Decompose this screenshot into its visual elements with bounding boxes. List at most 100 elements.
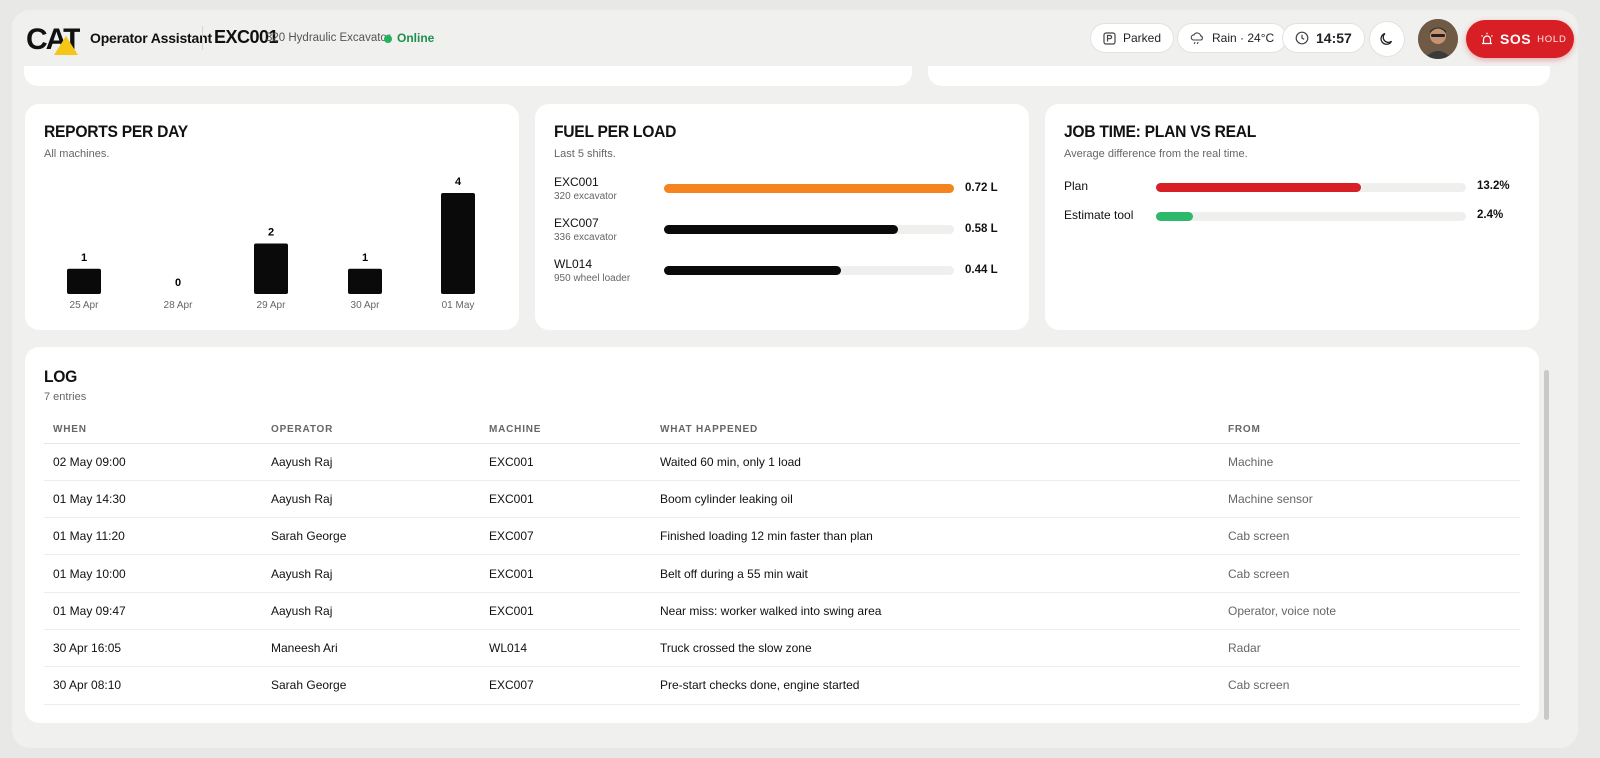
log-when: 01 May 11:20 <box>44 517 262 556</box>
bar[interactable] <box>348 268 382 294</box>
fuel-machine-name: EXC001 <box>554 175 599 189</box>
job-bar-track <box>1156 183 1466 192</box>
log-table: WHEN OPERATOR MACHINE WHAT HAPPENED FROM… <box>44 417 1520 705</box>
fuel-per-load-card: FUEL PER LOAD Last 5 shifts. EXC001 320 … <box>535 104 1029 330</box>
x-tick-label: 25 Apr <box>70 300 100 311</box>
page-scrollbar[interactable] <box>1544 370 1549 720</box>
job-subtitle: Average difference from the real time. <box>1064 148 1248 160</box>
log-from: Machine <box>1219 443 1520 481</box>
column-header-when[interactable]: WHEN <box>44 417 262 444</box>
log-operator: Aayush Raj <box>262 443 480 481</box>
log-from: Cab screen <box>1219 666 1520 705</box>
log-operator: Sarah George <box>262 666 480 705</box>
fuel-machine-type: 320 excavator <box>554 191 617 202</box>
log-from: Cab screen <box>1219 517 1520 556</box>
fuel-row: EXC007 336 excavator 0.58 L <box>554 216 1014 250</box>
log-row[interactable]: 01 May 09:47 Aayush Raj EXC001 Near miss: w… <box>44 592 1520 630</box>
fuel-bar-track <box>664 266 954 275</box>
clock-time: 14:57 <box>1316 30 1352 46</box>
fuel-title: FUEL PER LOAD <box>554 122 677 141</box>
log-what-happened: Truck crossed the slow zone <box>651 629 1219 668</box>
fuel-machine-name: WL014 <box>554 257 593 271</box>
log-operator: Aayush Raj <box>262 480 480 519</box>
column-header-from[interactable]: FROM <box>1219 417 1520 444</box>
log-from: Operator, voice note <box>1219 592 1520 630</box>
column-header-operator[interactable]: OPERATOR <box>262 417 480 444</box>
job-row-value: 2.4% <box>1477 209 1504 221</box>
log-entry-count: 7 entries <box>44 391 87 403</box>
fuel-bar-fill <box>664 225 898 234</box>
log-machine: EXC001 <box>480 592 651 630</box>
log-header-row: WHEN OPERATOR MACHINE WHAT HAPPENED FROM <box>44 417 1520 444</box>
log-card: LOG 7 entries WHEN OPERATOR MACHINE WHAT… <box>25 347 1539 723</box>
fuel-machine-type: 336 excavator <box>554 232 617 243</box>
fuel-bar-fill <box>664 184 954 193</box>
column-header-machine[interactable]: MACHINE <box>480 417 651 444</box>
alarm-siren-icon <box>1481 32 1493 45</box>
log-row[interactable]: 01 May 14:30 Aayush Raj EXC001 Boom cylinde… <box>44 480 1520 519</box>
log-when: 01 May 14:30 <box>44 480 262 519</box>
cat-logo[interactable]: CAT <box>26 22 80 56</box>
fuel-bar-track <box>664 184 954 193</box>
log-what-happened: Finished loading 12 min faster than plan <box>651 517 1219 556</box>
fuel-row: WL014 950 wheel loader 0.44 L <box>554 257 1014 291</box>
log-what-happened: Boom cylinder leaking oil <box>651 480 1219 519</box>
weather-label: Rain · 24°C <box>1212 31 1275 45</box>
log-machine: EXC001 <box>480 554 651 593</box>
bar[interactable] <box>254 243 288 295</box>
fuel-value: 0.72 L <box>965 182 998 194</box>
bar-value-label: 0 <box>175 277 181 289</box>
online-status-label: Online <box>397 31 435 45</box>
hold-label: HOLD <box>1537 33 1567 45</box>
fuel-bar-track <box>664 225 954 234</box>
log-operator: Aayush Raj <box>262 592 480 630</box>
job-title: JOB TIME: PLAN VS REAL <box>1064 122 1257 141</box>
bar[interactable] <box>67 268 101 294</box>
log-when: 30 Apr 16:05 <box>44 629 262 668</box>
sos-button[interactable]: SOS HOLD <box>1466 20 1574 58</box>
log-row[interactable]: 02 May 09:00 Aayush Raj EXC001 Waited 60 mi… <box>44 443 1520 481</box>
user-avatar[interactable] <box>1418 19 1458 59</box>
job-bar-fill <box>1156 212 1194 221</box>
avatar-image <box>1418 19 1458 59</box>
log-when: 01 May 10:00 <box>44 554 262 593</box>
log-operator: Sarah George <box>262 517 480 556</box>
bar-value-label: 1 <box>362 252 368 264</box>
log-row[interactable]: 01 May 10:00 Aayush Raj EXC001 Belt off dur… <box>44 554 1520 593</box>
fuel-value: 0.58 L <box>965 223 998 235</box>
log-machine: EXC001 <box>480 480 651 519</box>
log-machine: EXC001 <box>480 443 651 481</box>
log-row[interactable]: 30 Apr 16:05 Maneesh Ari WL014 Truck crosse… <box>44 629 1520 668</box>
fuel-value: 0.44 L <box>965 264 998 276</box>
log-machine: EXC007 <box>480 517 651 556</box>
clock-pill[interactable]: 14:57 <box>1282 23 1365 53</box>
log-what-happened: Waited 60 min, only 1 load <box>651 443 1219 481</box>
weather-pill[interactable]: Rain · 24°C <box>1177 23 1288 53</box>
log-from: Machine sensor <box>1219 480 1520 519</box>
app-frame: CAT Operator Assistant EXC001 320 Hydrau… <box>12 10 1578 748</box>
online-status-dot <box>384 35 392 43</box>
fuel-subtitle: Last 5 shifts. <box>554 148 616 160</box>
reports-bar-chart: 1 25 Apr 0 28 Apr 2 29 Apr 1 30 Apr 4 01 May <box>67 176 475 311</box>
bar-value-label: 1 <box>81 252 87 264</box>
rain-cloud-icon <box>1190 31 1203 44</box>
x-tick-label: 01 May <box>442 300 475 311</box>
fuel-machine-name: EXC007 <box>554 216 599 230</box>
clock-icon <box>1295 31 1309 45</box>
bar[interactable] <box>441 193 475 294</box>
job-row-plan: Plan 13.2% <box>1064 179 1524 199</box>
theme-toggle-button[interactable] <box>1369 21 1405 57</box>
parking-icon <box>1103 31 1116 45</box>
job-bar-fill <box>1156 183 1361 192</box>
log-row[interactable]: 30 Apr 08:10 Sarah George EXC007 Pre-start … <box>44 666 1520 705</box>
log-when: 01 May 09:47 <box>44 592 262 630</box>
log-row[interactable]: 01 May 11:20 Sarah George EXC007 Finished l… <box>44 517 1520 556</box>
column-header-what-happened[interactable]: WHAT HAPPENED <box>651 417 1219 444</box>
x-tick-label: 30 Apr <box>351 300 381 311</box>
top-bar: CAT Operator Assistant EXC001 320 Hydrau… <box>12 10 1578 66</box>
job-row-estimate-tool: Estimate tool 2.4% <box>1064 208 1524 228</box>
parked-status-pill[interactable]: Parked <box>1090 23 1175 53</box>
log-machine: WL014 <box>480 629 651 668</box>
log-when: 30 Apr 08:10 <box>44 666 262 705</box>
reports-per-day-card: REPORTS PER DAY All machines. 1 25 Apr 0 28… <box>25 104 519 330</box>
